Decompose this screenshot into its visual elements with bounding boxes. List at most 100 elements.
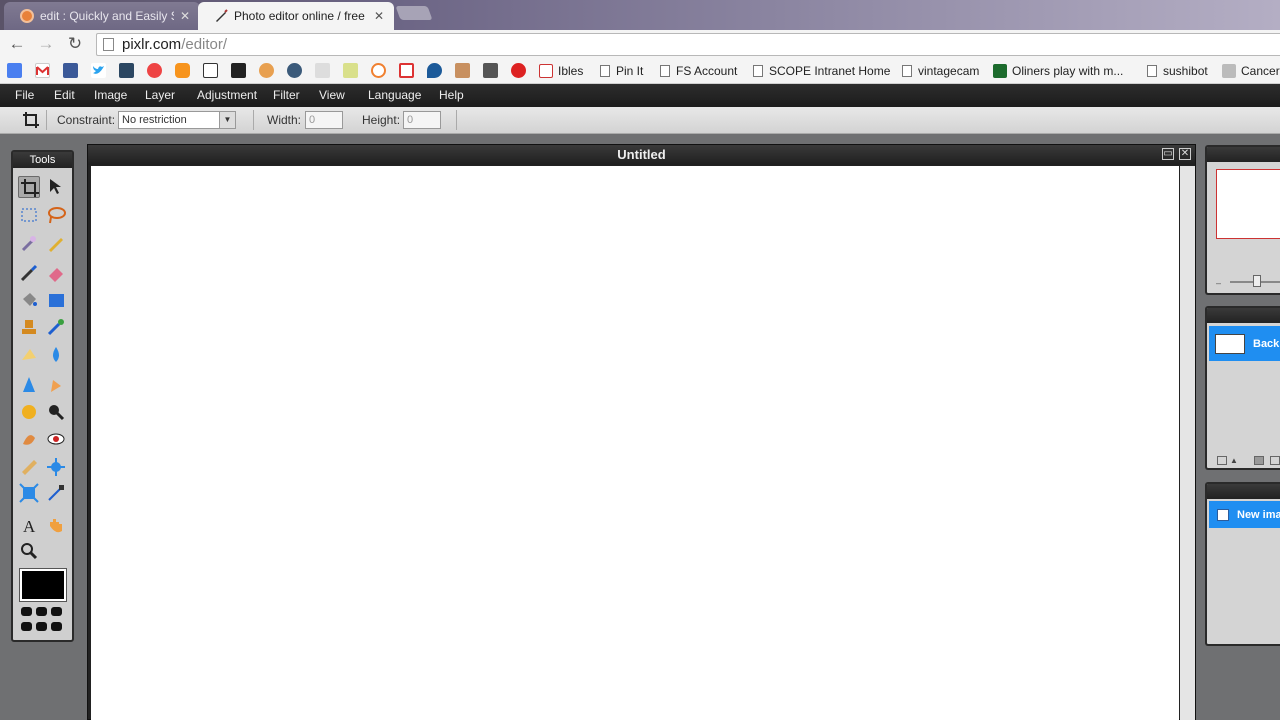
bookmark-cancer[interactable]: Cancer — [1222, 62, 1280, 80]
new-image-icon — [1217, 508, 1229, 521]
menu-help[interactable]: Help — [439, 88, 464, 102]
smudge-icon[interactable] — [45, 374, 67, 396]
constraint-value: No restriction — [122, 114, 187, 126]
layer-settings-icon[interactable] — [1217, 456, 1227, 465]
zoom-icon[interactable] — [18, 540, 40, 562]
bookmark-pin-it[interactable]: Pin It — [600, 62, 643, 80]
menu-image[interactable]: Image — [94, 88, 127, 102]
zoom-slider-handle[interactable] — [1253, 275, 1261, 287]
reload-icon[interactable]: ↻ — [65, 34, 85, 54]
width-input[interactable]: 0 — [305, 111, 343, 129]
colorreplace-icon[interactable] — [45, 316, 67, 338]
bookmark-label: Pin It — [616, 64, 644, 78]
blur-icon[interactable] — [45, 344, 67, 366]
lasso-icon[interactable] — [45, 204, 67, 226]
bookmark-icon-6[interactable] — [147, 63, 162, 78]
menu-adjustment[interactable]: Adjustment — [197, 88, 257, 102]
menu-file[interactable]: File — [15, 88, 34, 102]
close-icon[interactable]: ✕ — [1179, 148, 1191, 160]
bookmark-icon-14[interactable] — [371, 63, 386, 78]
gmail-bookmark-icon[interactable] — [35, 63, 50, 78]
shape-icon[interactable] — [18, 344, 40, 366]
bookmark-icon-16[interactable] — [427, 63, 442, 78]
bookmark-icon-9[interactable] — [231, 63, 246, 78]
navigator-preview[interactable] — [1216, 169, 1280, 239]
divider — [46, 110, 47, 130]
eraser-icon[interactable] — [45, 262, 67, 284]
dodge-icon[interactable] — [45, 401, 67, 423]
calendar-bookmark-icon[interactable] — [203, 63, 218, 78]
burn-icon[interactable] — [18, 428, 40, 450]
new-layer-icon[interactable] — [1270, 456, 1280, 465]
bookmark-icon-19[interactable] — [511, 63, 526, 78]
bookmark-sushibot[interactable]: sushibot — [1147, 62, 1208, 80]
twitter-bookmark-icon[interactable] — [91, 63, 106, 78]
marquee-icon[interactable] — [18, 204, 40, 226]
bookmark-fs-account[interactable]: FS Account — [660, 62, 737, 80]
health-bookmark-icon[interactable] — [399, 63, 414, 78]
panel-header — [1207, 147, 1280, 162]
back-arrow-icon[interactable]: ← — [7, 34, 27, 54]
menu-edit[interactable]: Edit — [54, 88, 75, 102]
sharpen-icon[interactable] — [18, 374, 40, 396]
sponge-icon[interactable] — [18, 401, 40, 423]
move-icon[interactable] — [45, 176, 67, 198]
panel-header — [1207, 484, 1280, 499]
bucket-icon[interactable] — [18, 289, 40, 311]
menu-layer[interactable]: Layer — [145, 88, 175, 102]
maximize-icon[interactable]: ▭ — [1162, 148, 1174, 160]
gmail-icon — [539, 64, 553, 78]
bookmark-ibles[interactable]: Ibles — [539, 62, 583, 80]
bookmark-icon-18[interactable] — [483, 63, 498, 78]
stamp-icon[interactable] — [18, 316, 40, 338]
pencil-icon[interactable] — [45, 232, 67, 254]
crop-icon[interactable] — [18, 176, 40, 198]
menu-language[interactable]: Language — [368, 88, 421, 102]
history-panel: New ima — [1205, 482, 1280, 646]
vertical-scrollbar[interactable] — [1180, 166, 1195, 720]
close-tab-icon[interactable]: ✕ — [374, 9, 384, 23]
constraint-select[interactable]: No restriction ▼ — [118, 111, 236, 129]
zoom-out-icon[interactable]: – — [1216, 278, 1221, 288]
blogger-bookmark-icon[interactable] — [175, 63, 190, 78]
facebook-bookmark-icon[interactable] — [63, 63, 78, 78]
menu-filter[interactable]: Filter — [273, 88, 300, 102]
pixlr-favicon-icon — [214, 9, 228, 23]
browser-tab-instructables[interactable]: edit : Quickly and Easily Sl ✕ — [4, 2, 200, 30]
pinch-icon[interactable] — [18, 482, 40, 504]
history-item[interactable]: New ima — [1209, 501, 1280, 528]
bookmark-icon-13[interactable] — [343, 63, 358, 78]
text-icon[interactable]: A — [18, 514, 40, 536]
bloat-icon[interactable] — [45, 456, 67, 478]
close-tab-icon[interactable]: ✕ — [180, 9, 190, 23]
browser-navbar: ← → ↻ pixlr.com/editor/ — [0, 30, 1280, 58]
bookmark-icon-11[interactable] — [287, 63, 302, 78]
bookmark-icon-17[interactable] — [455, 63, 470, 78]
wand-icon[interactable] — [18, 232, 40, 254]
dir-bookmark-icon[interactable] — [315, 63, 330, 78]
image-canvas[interactable] — [91, 166, 1179, 720]
primary-color-swatch[interactable] — [19, 568, 67, 602]
bookmark-icon-10[interactable] — [259, 63, 274, 78]
hand-icon[interactable] — [45, 514, 67, 536]
forward-arrow-icon[interactable]: → — [36, 34, 56, 54]
new-tab-button[interactable] — [395, 6, 433, 20]
browser-tab-pixlr[interactable]: Photo editor online / free ✕ — [198, 2, 394, 30]
google-plus-bookmark-icon[interactable] — [7, 63, 22, 78]
spotheal-icon[interactable] — [18, 456, 40, 478]
brush-icon[interactable] — [18, 262, 40, 284]
bookmark-oliners[interactable]: Oliners play with m... — [993, 62, 1123, 80]
height-input[interactable]: 0 — [403, 111, 441, 129]
tumblr-bookmark-icon[interactable] — [119, 63, 134, 78]
gradient-icon[interactable] — [45, 289, 67, 311]
layer-row-background[interactable]: Back — [1209, 326, 1280, 361]
address-bar[interactable]: pixlr.com/editor/ — [96, 33, 1280, 56]
picker-icon[interactable] — [45, 482, 67, 504]
bookmark-vintagecam[interactable]: vintagecam — [902, 62, 979, 80]
tools-title: Tools — [13, 152, 72, 168]
menu-view[interactable]: View — [319, 88, 345, 102]
bookmark-scope-intranet[interactable]: SCOPE Intranet Home — [753, 62, 890, 80]
chevron-up-icon[interactable]: ▲ — [1230, 456, 1238, 465]
layer-mask-icon[interactable] — [1254, 456, 1264, 465]
redeye-icon[interactable] — [45, 428, 67, 450]
